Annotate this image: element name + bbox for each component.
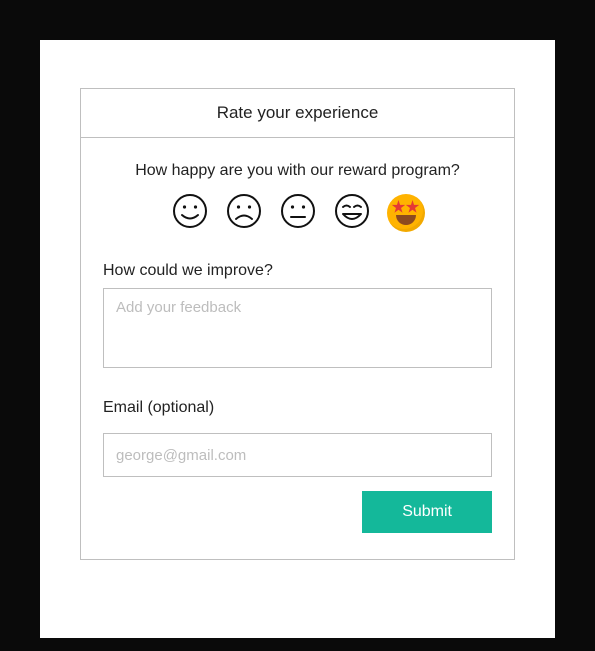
rating-options [103, 194, 492, 232]
feedback-label: How could we improve? [103, 262, 492, 280]
rating-option-star-struck[interactable] [387, 194, 425, 232]
email-field[interactable] [103, 433, 492, 477]
neutral-icon [280, 193, 316, 234]
rating-option-neutral[interactable] [279, 194, 317, 232]
actions-row: Submit [103, 491, 492, 533]
email-block: Email (optional) [103, 399, 492, 491]
panel-title: Rate your experience [81, 89, 514, 138]
panel-body: How happy are you with our reward progra… [81, 138, 514, 559]
feedback-textarea[interactable] [103, 288, 492, 368]
smile-icon [172, 193, 208, 234]
rating-option-grin[interactable] [333, 194, 371, 232]
rating-option-smile[interactable] [171, 194, 209, 232]
feedback-card: Rate your experience How happy are you w… [40, 40, 555, 638]
submit-button[interactable]: Submit [362, 491, 492, 533]
frown-icon [226, 193, 262, 234]
feedback-panel: Rate your experience How happy are you w… [80, 88, 515, 560]
star-struck-icon [387, 194, 425, 232]
rating-question: How happy are you with our reward progra… [103, 162, 492, 180]
rating-option-frown[interactable] [225, 194, 263, 232]
grin-icon [334, 193, 370, 234]
email-label: Email (optional) [103, 399, 492, 417]
